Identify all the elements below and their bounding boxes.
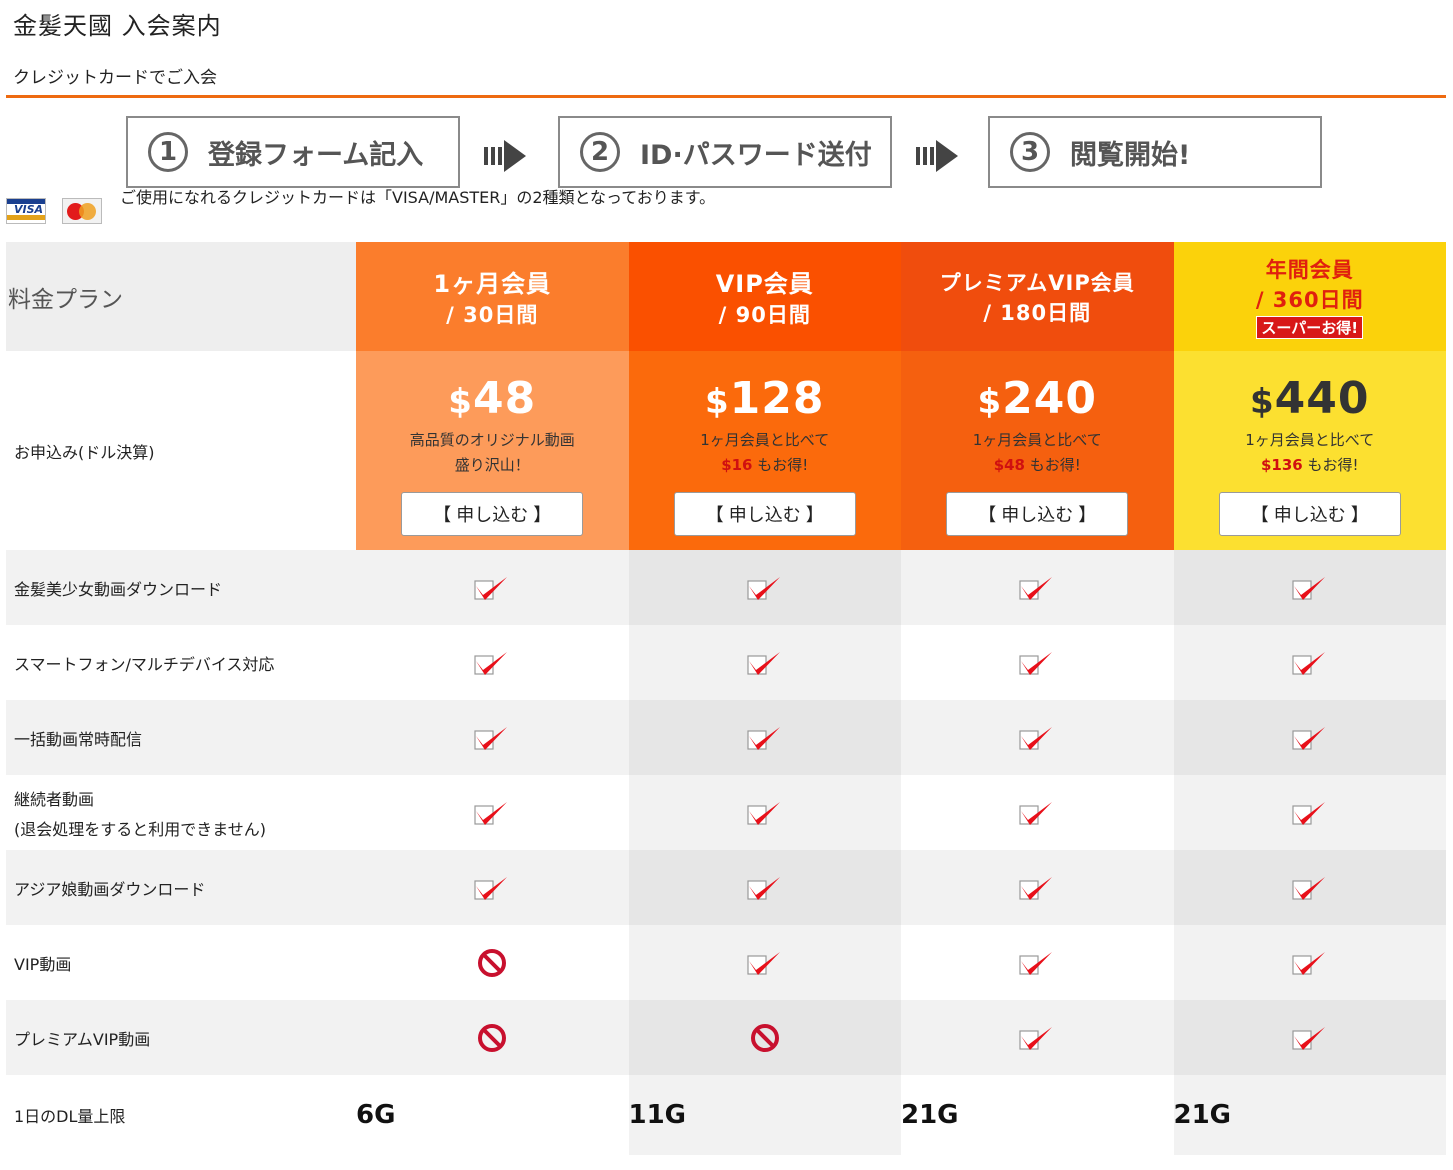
price: $240 (977, 373, 1098, 424)
dl-limit-premium-vip: 21G (901, 1075, 1174, 1155)
page-subtitle: クレジットカードでご入会 (13, 68, 217, 88)
site-title: 金髪天國 入会案内 (13, 12, 222, 40)
step-2: 2 ID·パスワード送付 (558, 116, 892, 188)
feature-row: 金髪美少女動画ダウンロード (6, 550, 1446, 625)
red-check-icon (1173, 1000, 1446, 1075)
signup-steps: 1 登録フォーム記入 2 ID·パスワード送付 3 閲覧開始! (0, 100, 1453, 188)
red-check-icon (1173, 550, 1446, 625)
prohibited-icon (356, 1000, 629, 1075)
plan-comparison-table: 料金プラン 1ヶ月会員/ 30日間 VIP会員/ 90日間 プレミアムVIP会員… (6, 242, 1446, 1155)
step-number: 2 (580, 132, 620, 172)
price-label: お申込み(ドル決算) (6, 351, 356, 550)
feature-label: プレミアムVIP動画 (6, 1000, 356, 1075)
card-note: ご使用になれるクレジットカードは「VISA/MASTER」の2種類となっておりま… (120, 188, 716, 207)
feature-row: 継続者動画 (退会処理をすると利用できません) (6, 775, 1446, 850)
red-check-icon (901, 625, 1174, 700)
plan-label: 料金プラン (6, 242, 356, 351)
apply-button-annual[interactable]: 【 申し込む 】 (1218, 492, 1401, 536)
red-check-icon (628, 700, 901, 775)
visa-card-icon: VISA (6, 198, 46, 224)
plan-header-vip: VIP会員/ 90日間 (628, 242, 901, 351)
red-check-icon (356, 850, 629, 925)
feature-label: 継続者動画 (退会処理をすると利用できません) (6, 775, 356, 850)
red-check-icon (901, 550, 1174, 625)
price-cell-annual: $440 1ヶ月会員と比べて $136 もお得! 【 申し込む 】 (1173, 351, 1446, 550)
apply-button-monthly[interactable]: 【 申し込む 】 (401, 492, 584, 536)
feature-row: プレミアムVIP動画 (6, 1000, 1446, 1075)
red-check-icon (901, 850, 1174, 925)
red-check-icon (628, 850, 901, 925)
red-check-icon (901, 775, 1174, 850)
price: $440 (1249, 373, 1370, 424)
red-check-icon (1173, 775, 1446, 850)
red-check-icon (1173, 925, 1446, 1000)
price: $128 (704, 373, 825, 424)
red-check-icon (628, 625, 901, 700)
red-check-icon (628, 550, 901, 625)
divider (6, 95, 1446, 98)
step-label: ID·パスワード送付 (640, 139, 872, 171)
red-check-icon (356, 550, 629, 625)
apply-button-premium-vip[interactable]: 【 申し込む 】 (946, 492, 1129, 536)
step-3: 3 閲覧開始! (988, 116, 1322, 188)
mastercard-icon (62, 198, 102, 224)
price: $48 (448, 373, 537, 424)
apply-button-vip[interactable]: 【 申し込む 】 (673, 492, 856, 536)
dl-limit-monthly: 6G (356, 1075, 629, 1155)
feature-label: VIP動画 (6, 925, 356, 1000)
red-check-icon (356, 775, 629, 850)
dl-limit-annual: 21G (1173, 1075, 1446, 1155)
feature-label: アジア娘動画ダウンロード (6, 850, 356, 925)
feature-label: スマートフォン/マルチデバイス対応 (6, 625, 356, 700)
plan-header-monthly: 1ヶ月会員/ 30日間 (356, 242, 629, 351)
super-deal-badge: スーパーお得! (1256, 316, 1364, 339)
step-label: 登録フォーム記入 (208, 139, 424, 171)
feature-label: 一括動画常時配信 (6, 700, 356, 775)
feature-row: アジア娘動画ダウンロード (6, 850, 1446, 925)
feature-row: スマートフォン/マルチデバイス対応 (6, 625, 1446, 700)
price-cell-monthly: $48 高品質のオリジナル動画 盛り沢山！ 【 申し込む 】 (356, 351, 629, 550)
red-check-icon (356, 625, 629, 700)
step-number: 3 (1010, 132, 1050, 172)
step-number: 1 (148, 132, 188, 172)
red-check-icon (1173, 700, 1446, 775)
accepted-cards: VISA ご使用になれるクレジットカードは「VISA/MASTER」の2種類とな… (0, 188, 1453, 242)
prohibited-icon (356, 925, 629, 1000)
page-header: 金髪天國 入会案内 クレジットカードでご入会 (0, 0, 1453, 100)
step-label: 閲覧開始! (1070, 139, 1191, 171)
dl-limit-vip: 11G (628, 1075, 901, 1155)
feature-row: 一括動画常時配信 (6, 700, 1446, 775)
price-cell-premium-vip: $240 1ヶ月会員と比べて $48 もお得! 【 申し込む 】 (901, 351, 1174, 550)
red-check-icon (901, 700, 1174, 775)
red-check-icon (356, 700, 629, 775)
plan-header-premium-vip: プレミアムVIP会員/ 180日間 (901, 242, 1174, 351)
price-cell-vip: $128 1ヶ月会員と比べて $16 もお得! 【 申し込む 】 (628, 351, 901, 550)
feature-row: VIP動画 (6, 925, 1446, 1000)
dl-limit-label: 1日のDL量上限 (6, 1075, 356, 1155)
plan-header-annual: 年間会員/ 360日間 スーパーお得! (1173, 242, 1446, 351)
red-check-icon (1173, 850, 1446, 925)
red-check-icon (1173, 625, 1446, 700)
red-check-icon (628, 775, 901, 850)
red-check-icon (901, 1000, 1174, 1075)
step-1: 1 登録フォーム記入 (126, 116, 460, 188)
arrow-right-icon (484, 140, 526, 172)
red-check-icon (901, 925, 1174, 1000)
red-check-icon (628, 925, 901, 1000)
feature-label: 金髪美少女動画ダウンロード (6, 550, 356, 625)
arrow-right-icon (916, 140, 958, 172)
prohibited-icon (628, 1000, 901, 1075)
